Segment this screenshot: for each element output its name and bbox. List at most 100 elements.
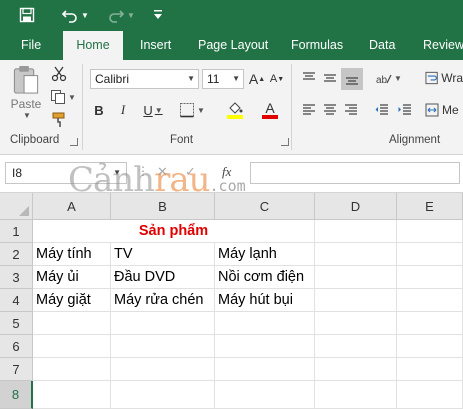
- row-header-7[interactable]: 7: [0, 358, 33, 381]
- align-top-button[interactable]: [299, 68, 319, 88]
- row-header-3[interactable]: 3: [0, 266, 33, 289]
- paste-button[interactable]: Paste ▼: [8, 64, 44, 120]
- cell[interactable]: [215, 335, 315, 358]
- tab-review[interactable]: Review: [421, 31, 463, 60]
- cell[interactable]: [315, 312, 397, 335]
- cell-a3[interactable]: Máy ủi: [33, 266, 111, 289]
- font-color-swatch: [262, 115, 278, 119]
- cell[interactable]: [215, 381, 315, 409]
- font-size-combo[interactable]: 11 ▼: [202, 69, 244, 89]
- cell[interactable]: [33, 358, 111, 381]
- customize-icon[interactable]: [150, 5, 166, 25]
- tab-insert[interactable]: Insert: [138, 31, 173, 60]
- increase-indent-button[interactable]: [395, 100, 415, 120]
- italic-button[interactable]: I: [114, 100, 132, 120]
- cell[interactable]: [397, 220, 463, 243]
- formula-input[interactable]: [250, 162, 460, 184]
- align-middle-button[interactable]: [320, 68, 340, 88]
- clipboard-launcher[interactable]: [70, 138, 78, 146]
- format-painter-icon[interactable]: [48, 110, 70, 130]
- clipboard-icon: [13, 65, 39, 94]
- cell[interactable]: [215, 358, 315, 381]
- increase-font-size-button[interactable]: A ▲: [248, 69, 266, 89]
- tab-home[interactable]: Home: [63, 31, 123, 60]
- cell[interactable]: [111, 381, 215, 409]
- underline-label: U: [143, 102, 153, 118]
- cell[interactable]: [397, 312, 463, 335]
- cell[interactable]: [315, 381, 397, 409]
- cell[interactable]: [111, 312, 215, 335]
- cell[interactable]: [215, 312, 315, 335]
- borders-button[interactable]: ▼: [176, 100, 208, 120]
- cell[interactable]: [111, 335, 215, 358]
- bold-button[interactable]: B: [90, 100, 108, 120]
- cut-icon[interactable]: [48, 64, 70, 84]
- row-header-4[interactable]: 4: [0, 289, 33, 312]
- cell[interactable]: [397, 358, 463, 381]
- cell-b3[interactable]: Đầu DVD: [111, 266, 215, 289]
- italic-label: I: [120, 102, 126, 117]
- cell[interactable]: [315, 289, 397, 312]
- cell[interactable]: [315, 220, 397, 243]
- tab-file[interactable]: File: [19, 31, 43, 60]
- column-header-e[interactable]: E: [397, 193, 463, 220]
- select-all-button[interactable]: [0, 193, 33, 220]
- tab-data[interactable]: Data: [367, 31, 397, 60]
- increase-indent-icon: [398, 104, 411, 115]
- cell[interactable]: [315, 266, 397, 289]
- font-name-combo[interactable]: Calibri ▼: [90, 69, 199, 89]
- cell-a4[interactable]: Máy giặt: [33, 289, 111, 312]
- copy-icon[interactable]: ▼: [48, 87, 78, 107]
- row-header-8[interactable]: 8: [0, 381, 33, 409]
- cell[interactable]: [397, 381, 463, 409]
- cell[interactable]: [315, 358, 397, 381]
- cell[interactable]: [111, 358, 215, 381]
- column-header-d[interactable]: D: [315, 193, 397, 220]
- decrease-font-size-button[interactable]: A ▼: [268, 69, 286, 89]
- cell[interactable]: [315, 335, 397, 358]
- fill-color-swatch: [227, 115, 243, 119]
- row-header-5[interactable]: 5: [0, 312, 33, 335]
- cell-a2[interactable]: Máy tính: [33, 243, 111, 266]
- align-center-button[interactable]: [320, 100, 340, 120]
- tab-page-layout[interactable]: Page Layout: [196, 31, 270, 60]
- cell[interactable]: [33, 335, 111, 358]
- align-right-button[interactable]: [341, 100, 361, 120]
- align-middle-icon: [324, 74, 336, 82]
- cell-c4[interactable]: Máy hút bụi: [215, 289, 315, 312]
- cell-b4[interactable]: Máy rửa chén: [111, 289, 215, 312]
- row-header-6[interactable]: 6: [0, 335, 33, 358]
- wrap-text-button[interactable]: Wra: [425, 68, 463, 88]
- cell[interactable]: [397, 266, 463, 289]
- row-header-1[interactable]: 1: [0, 220, 33, 243]
- cell[interactable]: [397, 243, 463, 266]
- cell[interactable]: [33, 312, 111, 335]
- font-color-button[interactable]: A: [255, 98, 285, 122]
- align-left-button[interactable]: [299, 100, 319, 120]
- underline-button[interactable]: U ▼: [138, 100, 168, 120]
- cell-c2[interactable]: Máy lạnh: [215, 243, 315, 266]
- redo-icon[interactable]: ▼: [104, 5, 138, 25]
- cell-b2[interactable]: TV: [111, 243, 215, 266]
- merge-center-button[interactable]: Me: [425, 100, 463, 120]
- fill-color-button[interactable]: [220, 98, 250, 122]
- orientation-button[interactable]: ab ▼: [372, 68, 406, 88]
- svg-text:ab: ab: [376, 75, 388, 85]
- tab-formulas[interactable]: Formulas: [289, 31, 345, 60]
- cell[interactable]: [315, 243, 397, 266]
- borders-icon: [180, 103, 195, 118]
- cell[interactable]: [33, 381, 111, 409]
- column-header-c[interactable]: C: [215, 193, 315, 220]
- save-icon[interactable]: [16, 5, 38, 25]
- cell[interactable]: [397, 289, 463, 312]
- row-header-2[interactable]: 2: [0, 243, 33, 266]
- cell[interactable]: [397, 335, 463, 358]
- cell-c3[interactable]: Nồi cơm điện: [215, 266, 315, 289]
- column-header-a[interactable]: A: [33, 193, 111, 220]
- undo-icon[interactable]: ▼: [58, 5, 92, 25]
- decrease-indent-button[interactable]: [372, 100, 392, 120]
- cell-title[interactable]: Sản phẩm: [33, 220, 315, 243]
- align-bottom-button[interactable]: [341, 68, 363, 90]
- column-header-b[interactable]: B: [111, 193, 215, 220]
- font-launcher[interactable]: [281, 138, 289, 146]
